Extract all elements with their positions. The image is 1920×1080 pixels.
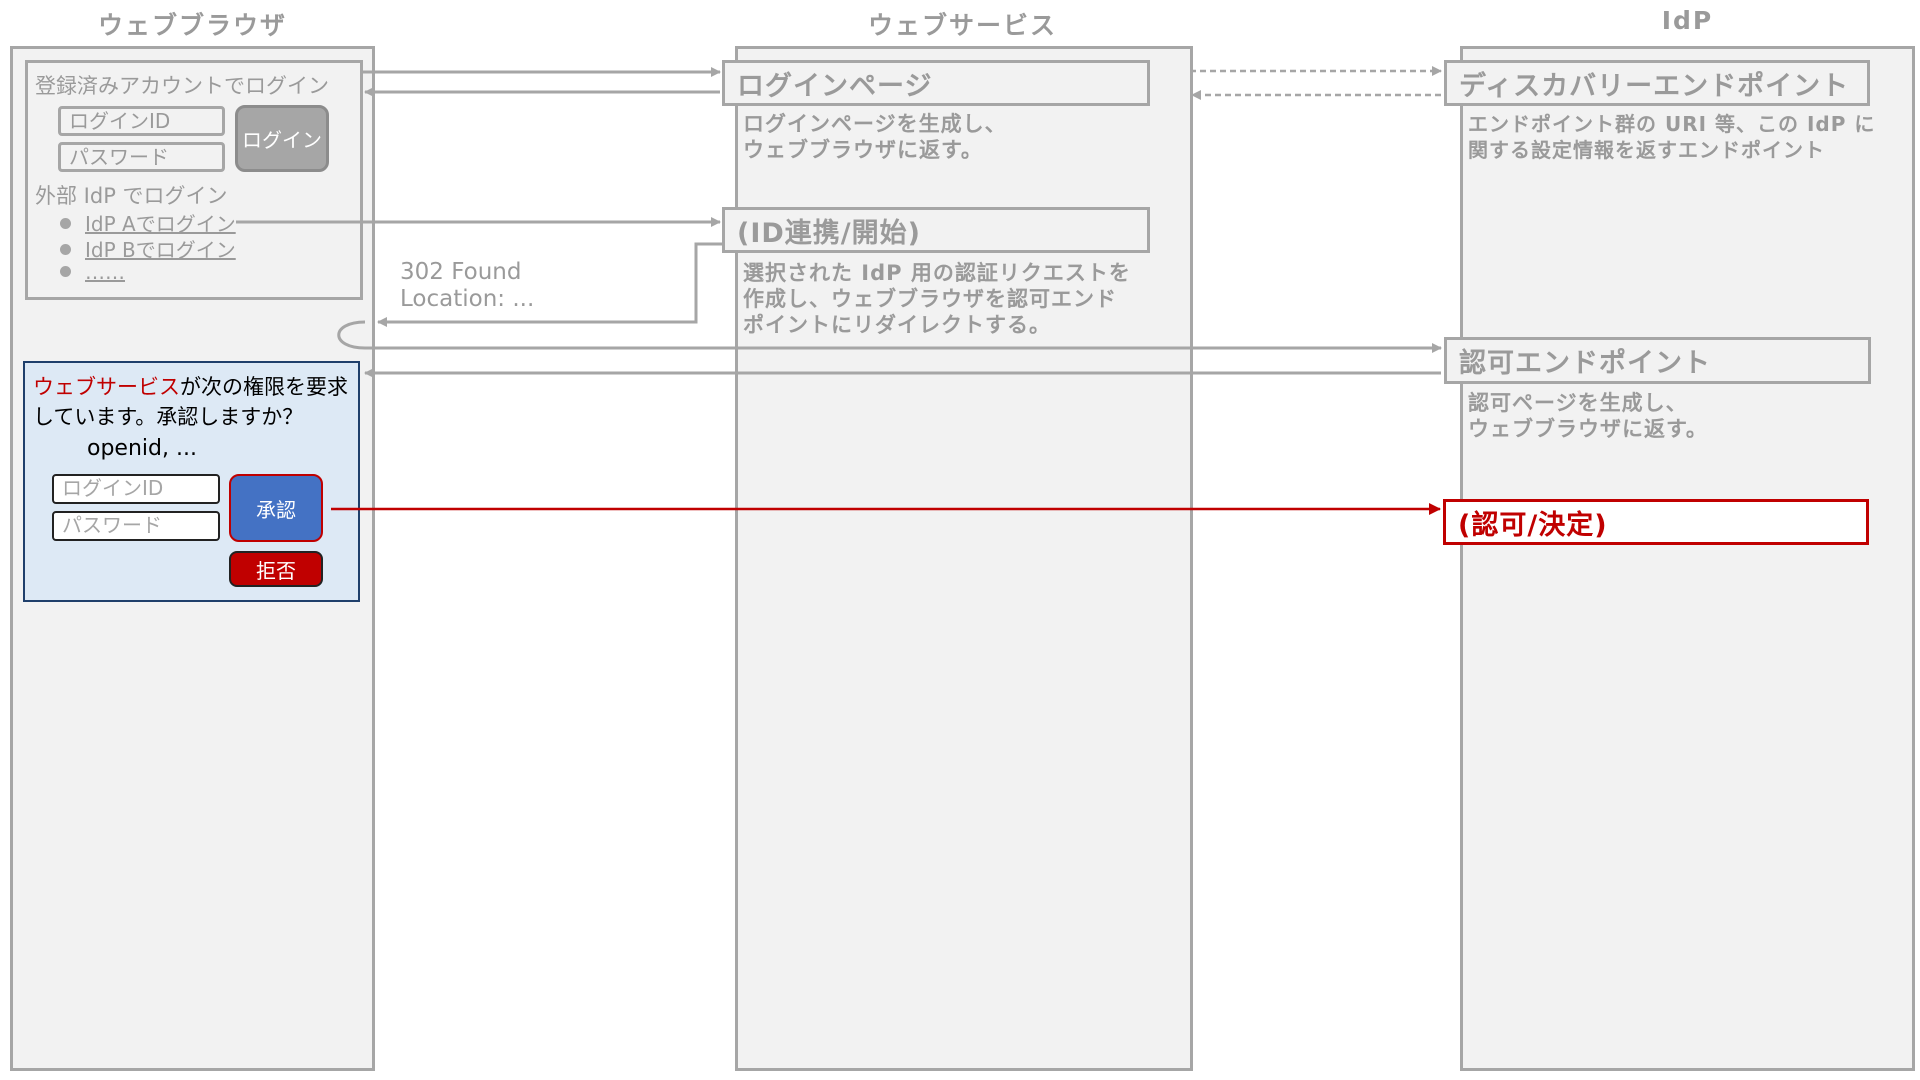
arrow-redirect	[377, 242, 722, 327]
arrow-redirect-follow-curl	[337, 320, 366, 350]
arrows-layer	[236, 66, 1442, 515]
